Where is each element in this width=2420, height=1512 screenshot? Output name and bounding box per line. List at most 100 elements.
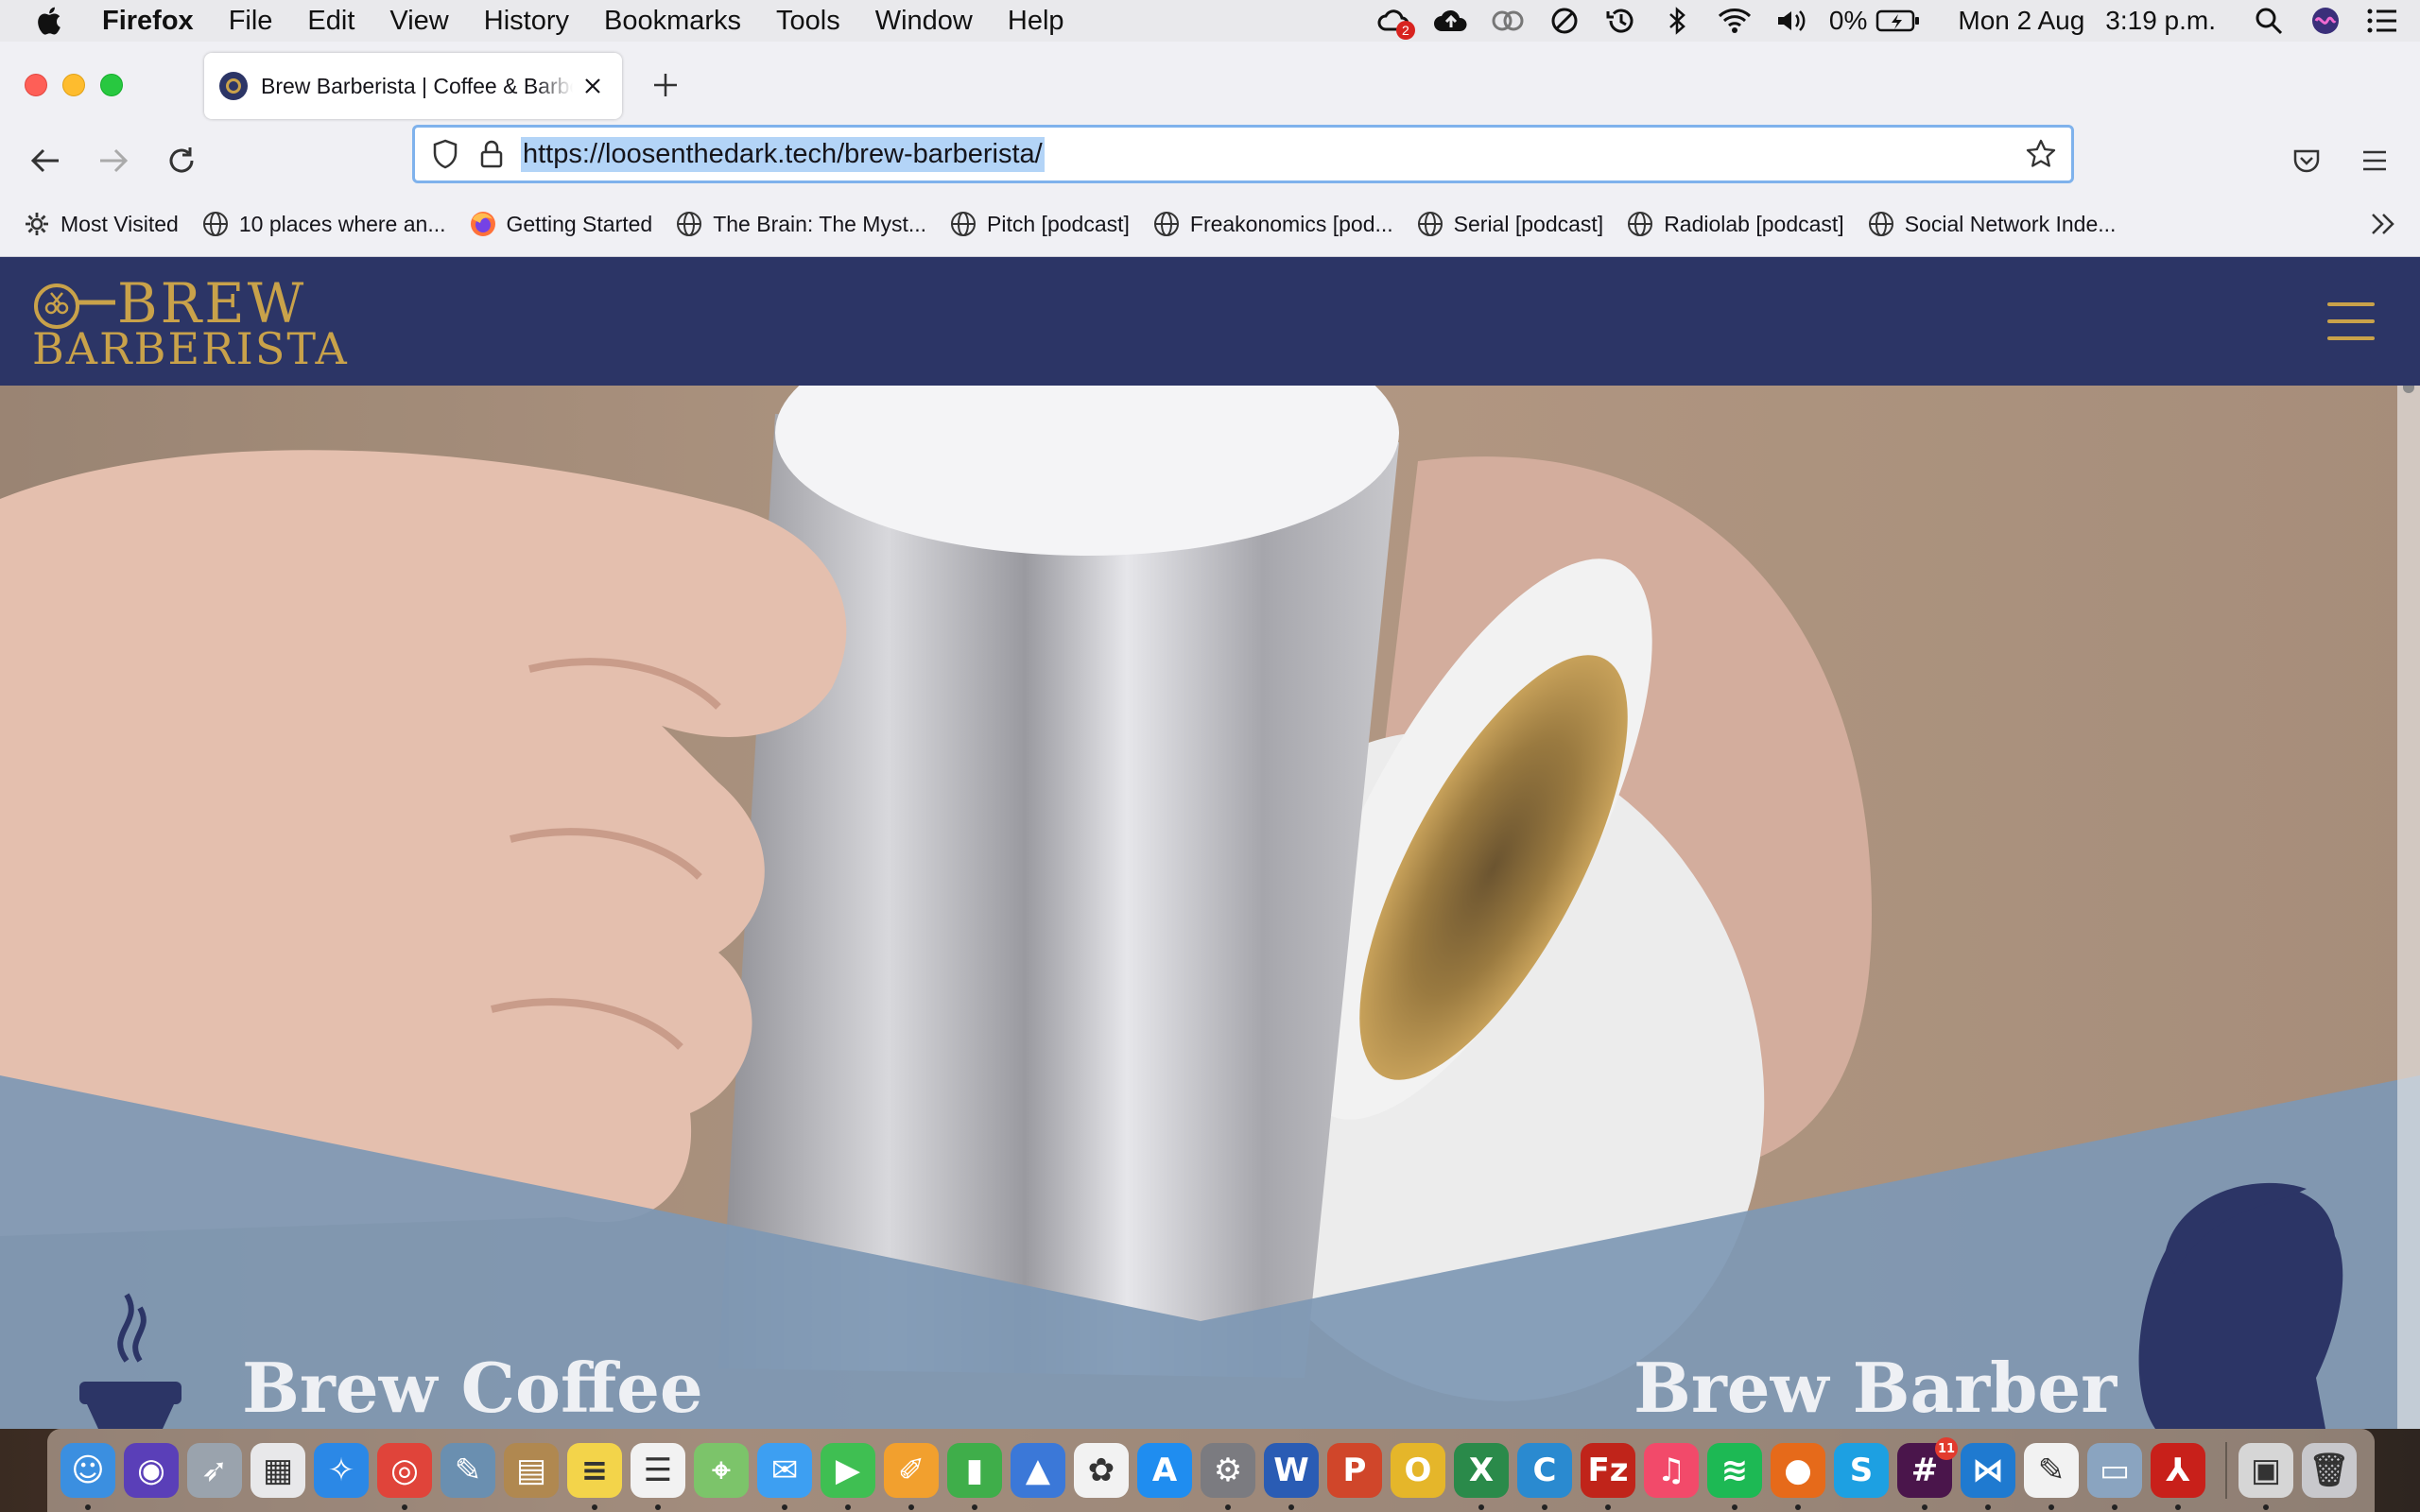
dock-spotify-icon[interactable]: ≋ <box>1707 1443 1762 1510</box>
bookmarks-overflow-chevron-icon[interactable] <box>2369 210 2397 238</box>
dock-finder-icon[interactable]: ☺ <box>60 1443 115 1510</box>
dock-acrobat-icon[interactable]: ⅄ <box>2151 1443 2205 1510</box>
creative-cloud-icon[interactable]: 2 <box>1375 0 1415 42</box>
tracking-protection-shield-icon[interactable] <box>428 137 462 171</box>
dock-app-glyph: ▣ <box>2250 1452 2282 1489</box>
apple-icon[interactable] <box>34 5 74 37</box>
dock-o-app-icon[interactable]: O <box>1391 1443 1445 1498</box>
dock-trash-icon[interactable]: 🗑 <box>2302 1443 2357 1498</box>
bookmark-social-network[interactable]: Social Network Inde... <box>1867 210 2116 238</box>
adobe-cloud-icon[interactable] <box>1489 0 1527 42</box>
menu-view[interactable]: View <box>389 6 448 37</box>
active-tab[interactable]: Brew Barberista | Coffee & Barber <box>204 53 622 119</box>
dock-image-capture-icon[interactable]: ▭ <box>2087 1443 2142 1510</box>
dock-filezilla-icon[interactable]: Fz <box>1581 1443 1635 1510</box>
menubar-date[interactable]: Mon 2 Aug <box>1958 6 2084 36</box>
dock-excel-icon[interactable]: X <box>1454 1443 1509 1510</box>
dock-notes-icon[interactable]: ≡ <box>567 1443 622 1510</box>
bookmark-star-icon[interactable] <box>2024 137 2058 171</box>
menu-bookmarks[interactable]: Bookmarks <box>604 6 741 37</box>
forward-icon[interactable] <box>95 142 132 180</box>
address-bar[interactable]: https://loosenthedark.tech/brew-barberis… <box>412 125 2074 183</box>
menu-app-name[interactable]: Firefox <box>102 6 194 37</box>
menu-history[interactable]: History <box>484 6 569 37</box>
dock-firefox-icon[interactable]: ● <box>1771 1443 1825 1510</box>
bookmark-getting-started[interactable]: Getting Started <box>469 210 652 238</box>
dock-safari-icon[interactable]: ✧ <box>314 1443 369 1498</box>
dock-c-app-icon[interactable]: C <box>1517 1443 1572 1510</box>
dock-app-glyph: ▮ <box>965 1452 984 1489</box>
bookmark-most-visited[interactable]: Most Visited <box>23 210 179 238</box>
minimize-window-button[interactable] <box>62 74 85 96</box>
site-header: BREW BARBERISTA <box>0 257 2420 386</box>
brew-barber-heading[interactable]: Brew Barber <box>1634 1348 2117 1428</box>
wifi-icon[interactable] <box>1716 0 1754 42</box>
volume-icon[interactable] <box>1772 0 1810 42</box>
hamburger-menu-icon[interactable] <box>2327 302 2375 340</box>
dock-system-preferences-icon[interactable]: ⚙ <box>1201 1443 1255 1510</box>
dock-facetime-icon[interactable]: ▶ <box>821 1443 875 1510</box>
dock-messages-icon[interactable]: ✉ <box>757 1443 812 1510</box>
new-tab-icon[interactable] <box>648 68 683 102</box>
siri-icon[interactable] <box>2307 0 2344 42</box>
app-menu-icon[interactable] <box>2356 142 2394 180</box>
bookmark-10-places[interactable]: 10 places where an... <box>201 210 446 238</box>
dock-app-glyph: # <box>1910 1452 1939 1489</box>
dock-notebook-icon[interactable]: ▤ <box>504 1443 559 1498</box>
menu-tools[interactable]: Tools <box>776 6 840 37</box>
dock-launchpad-grid-icon[interactable]: ▦ <box>251 1443 305 1498</box>
dock-powerpoint-icon[interactable]: P <box>1327 1443 1382 1498</box>
close-window-button[interactable] <box>25 74 47 96</box>
menu-help[interactable]: Help <box>1008 6 1064 37</box>
upload-cloud-icon[interactable] <box>1432 0 1470 42</box>
dock-screen-sharing-icon[interactable]: ▣ <box>2238 1443 2293 1510</box>
dock-app-glyph: O <box>1404 1452 1432 1489</box>
control-center-icon[interactable] <box>2363 0 2401 42</box>
dock-word-icon[interactable]: W <box>1264 1443 1319 1510</box>
dock-app-store-icon[interactable]: A <box>1137 1443 1192 1498</box>
menu-file[interactable]: File <box>229 6 273 37</box>
dock-pages-icon[interactable]: ✐ <box>884 1443 939 1510</box>
dock-siri-icon[interactable]: ◉ <box>124 1443 179 1498</box>
dock-chrome-icon[interactable]: ◎ <box>377 1443 432 1510</box>
dock-app-glyph: ≡ <box>580 1452 609 1489</box>
reload-icon[interactable] <box>163 142 200 180</box>
dock-preview-icon[interactable]: ✎ <box>441 1443 495 1498</box>
dock-launchpad-icon[interactable]: ➶ <box>187 1443 242 1498</box>
menu-window[interactable]: Window <box>875 6 973 37</box>
dock-photos-icon[interactable]: ✿ <box>1074 1443 1129 1498</box>
bookmark-serial[interactable]: Serial [podcast] <box>1416 210 1603 238</box>
bluetooth-icon[interactable] <box>1659 0 1697 42</box>
dock-music-icon[interactable]: ♫ <box>1644 1443 1699 1498</box>
dock-app-glyph: ≋ <box>1720 1452 1749 1489</box>
back-icon[interactable] <box>26 142 64 180</box>
page-scrollbar[interactable] <box>2397 257 2420 1429</box>
dock-numbers-icon[interactable]: ▮ <box>947 1443 1002 1510</box>
brew-coffee-heading[interactable]: Brew Coffee <box>242 1348 703 1428</box>
bookmark-radiolab[interactable]: Radiolab [podcast] <box>1626 210 1844 238</box>
url-text[interactable]: https://loosenthedark.tech/brew-barberis… <box>521 136 1045 172</box>
bookmark-freakonomics[interactable]: Freakonomics [pod... <box>1152 210 1393 238</box>
menubar-time[interactable]: 3:19 p.m. <box>2105 6 2216 36</box>
dock-textedit-icon[interactable]: ✎ <box>2024 1443 2079 1510</box>
site-logo[interactable]: BREW BARBERISTA <box>32 274 347 372</box>
running-indicator <box>972 1504 977 1510</box>
dock-skype-icon[interactable]: S <box>1834 1443 1889 1498</box>
hero-section: Brew Coffee Brew Barber <box>0 386 2420 1429</box>
dock-keynote-icon[interactable]: ▲ <box>1011 1443 1065 1498</box>
dock-slack-icon[interactable]: #11 <box>1897 1437 1958 1510</box>
spotlight-search-icon[interactable] <box>2250 0 2288 42</box>
bookmark-the-brain[interactable]: The Brain: The Myst... <box>675 210 926 238</box>
dock-maps-icon[interactable]: ⌖ <box>694 1443 749 1498</box>
battery-icon[interactable] <box>1875 0 1922 42</box>
menu-edit[interactable]: Edit <box>307 6 354 37</box>
do-not-disturb-icon[interactable] <box>1546 0 1583 42</box>
lock-icon[interactable] <box>475 137 508 171</box>
bookmark-pitch[interactable]: Pitch [podcast] <box>949 210 1130 238</box>
close-tab-icon[interactable] <box>579 72 607 100</box>
pocket-icon[interactable] <box>2288 142 2325 180</box>
zoom-window-button[interactable] <box>100 74 123 96</box>
dock-reminders-icon[interactable]: ☰ <box>631 1443 685 1510</box>
time-machine-icon[interactable] <box>1602 0 1640 42</box>
dock-vscode-icon[interactable]: ⋈ <box>1961 1443 2015 1510</box>
